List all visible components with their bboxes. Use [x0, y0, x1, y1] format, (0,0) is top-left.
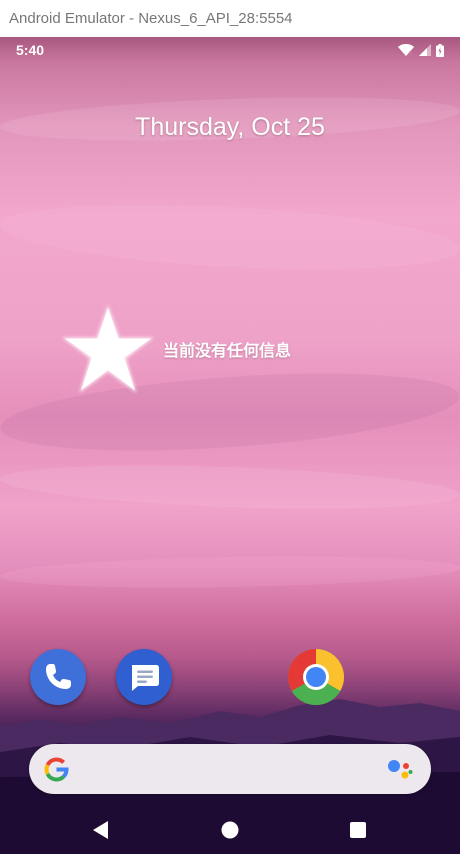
google-search-bar[interactable]: [29, 744, 431, 794]
navigation-bar: [0, 807, 460, 854]
recents-icon[interactable]: [347, 819, 369, 841]
battery-icon: [436, 43, 444, 57]
wallpaper-wave: [0, 458, 460, 516]
messages-icon: [132, 665, 159, 691]
messages-app-button[interactable]: [116, 649, 172, 705]
phone-screen: 5:40 x Thursday, Oct 25 当前没有任何信息: [0, 37, 460, 854]
status-icons: x: [398, 43, 444, 57]
star-icon: [62, 304, 154, 394]
emulator-window-title: Android Emulator - Nexus_6_API_28:5554: [0, 0, 460, 37]
cell-signal-icon: [419, 44, 431, 56]
lockscreen-date: Thursday, Oct 25: [135, 113, 325, 141]
svg-text:x: x: [409, 50, 413, 56]
chrome-icon: [287, 649, 345, 706]
status-bar: 5:40 x: [0, 37, 460, 63]
home-icon[interactable]: [219, 819, 241, 841]
back-icon[interactable]: [90, 819, 112, 841]
wallpaper-wave: [0, 195, 460, 279]
phone-icon: [46, 664, 71, 689]
status-time: 5:40: [16, 42, 45, 58]
wallpaper-wave: [0, 552, 460, 592]
wifi-icon: x: [398, 44, 414, 56]
google-assistant-icon[interactable]: [387, 758, 413, 782]
chrome-app-button[interactable]: [287, 649, 345, 706]
google-g-icon: [44, 757, 69, 782]
phone-app-button[interactable]: [30, 649, 86, 705]
no-info-message: 当前没有任何信息: [163, 341, 292, 360]
